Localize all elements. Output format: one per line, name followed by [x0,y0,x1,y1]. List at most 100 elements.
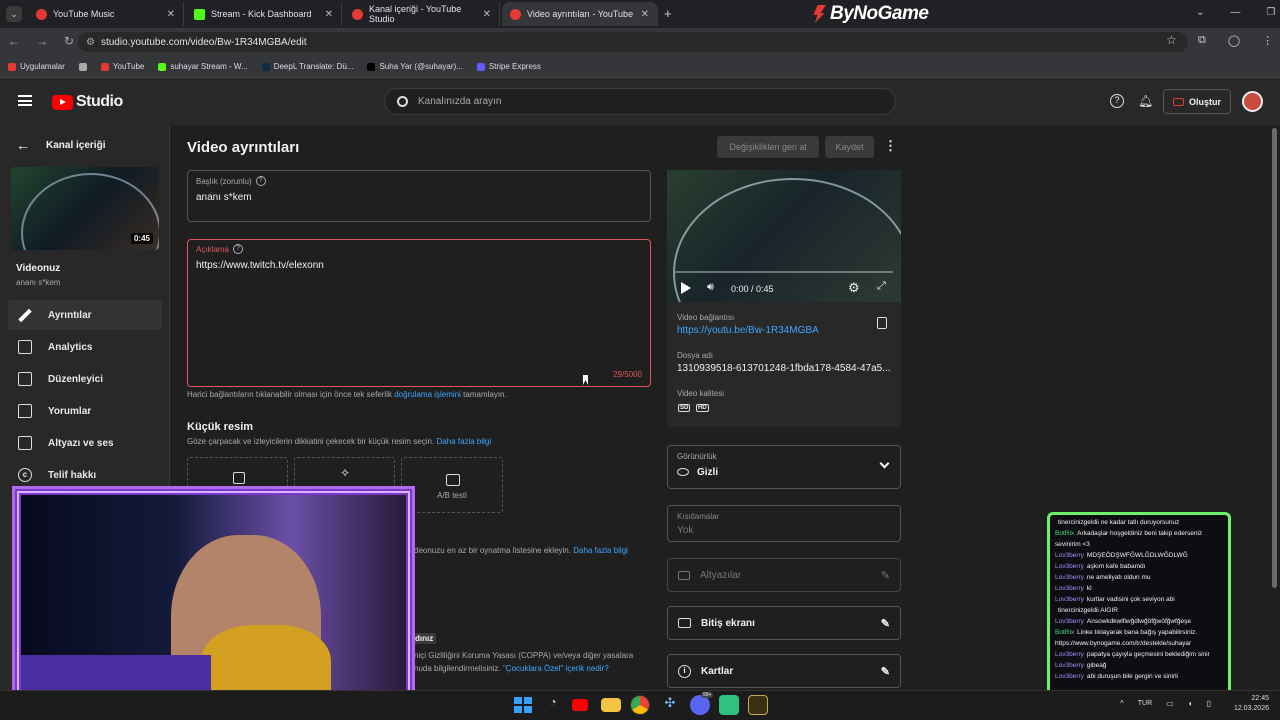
youtube-app-icon[interactable] [572,699,588,711]
address-bar[interactable]: ⚙ studio.youtube.com/video/Bw-1R34MGBA/ed… [78,32,1188,52]
restore-icon[interactable]: ❐ [1266,7,1275,18]
video-thumbnail[interactable]: 0:45 [11,167,159,250]
bookmark-youtube[interactable]: YouTube [100,62,144,71]
search-bar[interactable]: Kanalınızda arayın [384,88,896,115]
toolbar-icons[interactable]: ⧉ ◯ ⋮ [1198,34,1273,47]
sidebar-item-editor[interactable]: Düzenleyici [8,364,162,394]
menu-icon[interactable]: ⋮ [1262,34,1273,47]
fullscreen-icon[interactable]: ⤢ [877,280,886,293]
video-link[interactable]: https://youtu.be/Bw-1R34MGBA [677,325,819,336]
tab-youtube-music[interactable]: YouTube Music ✕ [28,2,184,26]
extensions-icon[interactable]: ⧉ [1198,34,1206,47]
sidebar-item-comments[interactable]: Yorumlar [8,396,162,426]
volume-icon[interactable]: ◖ [1188,699,1193,708]
bynogame-icon [813,5,826,23]
made-for-kids-link[interactable]: "Çocuklara Özel" içerik nedir? [503,664,609,673]
task-view-icon[interactable]: ◔ [543,695,563,715]
description-input[interactable]: https://www.twitch.tv/elexonn [196,260,324,271]
bookmark-tiktok[interactable]: Suha Yar (@suhayar)... [367,62,463,71]
close-icon[interactable]: ✕ [167,9,175,20]
site-info-icon[interactable]: ⚙ [86,37,95,48]
title-field[interactable]: Başlık (zorunlu)? ananı s*kem [187,170,651,222]
nav-buttons[interactable]: ← → ↻ [8,34,74,48]
title-input[interactable]: ananı s*kem [196,192,252,203]
discord-icon[interactable] [690,695,710,715]
account-avatar[interactable] [1242,91,1263,112]
new-tab-button[interactable]: + [664,6,672,21]
close-icon[interactable]: ✕ [325,9,333,20]
cards-row[interactable]: i Kartlar ✎ [667,654,901,688]
more-options-icon[interactable]: ⋮ [884,138,897,154]
volume-icon[interactable]: 🔊︎ [707,281,714,294]
ab-test-button[interactable]: A/B testi [401,457,503,513]
learn-more-link[interactable]: Daha fazla bilgi [436,437,491,446]
sidebar-item-analytics[interactable]: Analytics [8,332,162,362]
verify-link[interactable]: doğrulama işlemini [394,390,461,399]
app-icon[interactable]: ✣ [660,695,680,715]
system-tray[interactable]: ^ TUR ▭ ◖ ▯ [1120,699,1211,708]
file-name-label: Dosya adı [677,351,714,360]
undo-changes-button[interactable]: Değişiklikleri geri al [717,136,819,158]
pencil-icon[interactable]: ✎ [881,665,890,678]
chrome-icon[interactable] [630,695,650,715]
mouse-cursor-icon [583,375,588,385]
bookmark-deepl[interactable]: DeepL Translate: Dü... [261,62,353,71]
clock[interactable]: 22:45 12.03.2026 [1229,694,1269,714]
chat-text: tinercinizgeldii AIGIR [1058,607,1118,614]
copy-icon[interactable] [877,317,887,329]
bookmark-stripe[interactable]: Stripe Express [476,62,541,71]
close-icon[interactable]: ✕ [483,9,491,20]
league-client-icon[interactable] [748,695,768,715]
restrictions-field[interactable]: Kısıtlamalar Yok [667,505,901,542]
help-icon[interactable]: ? [255,176,266,186]
window-controls[interactable]: ⌄—❐✕ [1196,7,1280,18]
bookmark-apps[interactable]: Uygulamalar [8,62,65,71]
file-explorer-icon[interactable] [601,698,621,712]
notifications-bell-icon[interactable]: 🔔︎ [1138,94,1153,108]
visibility-select[interactable]: Görünürlük Gizli [667,445,901,489]
search-input[interactable]: Kanalınızda arayın [418,96,501,107]
help-icon[interactable]: ? [232,244,243,254]
bookmark-kick[interactable]: suhayar Stream - W... [158,62,248,71]
pencil-icon[interactable]: ✎ [881,569,890,582]
help-icon[interactable]: ? [1110,94,1124,108]
learn-more-link[interactable]: Daha fazla bilgi [573,546,628,555]
settings-gear-icon[interactable]: ⚙ [848,280,860,296]
start-icon[interactable] [512,695,532,715]
studio-logo[interactable]: Studio [52,93,123,111]
kick-icon [158,62,167,71]
hamburger-menu-icon[interactable] [18,95,32,106]
app-icon[interactable] [719,695,739,715]
tab-video-details[interactable]: Video ayrıntıları - YouTube Studio ✕ [502,2,658,26]
video-player[interactable]: 🔊︎ 0:00 / 0:45 ⚙ ⤢ [667,170,901,302]
sidebar-item-details[interactable]: Ayrıntılar [8,300,162,330]
profile-icon[interactable]: ◯ [1228,34,1240,47]
chevron-up-icon[interactable]: ^ [1120,699,1124,708]
minimize-icon[interactable]: — [1230,7,1240,18]
chat-message: Lov3berry aşkım kafe babamdı [1055,561,1223,572]
page-scrollbar[interactable] [1272,128,1277,588]
create-button[interactable]: Oluştur [1163,89,1231,114]
bookmark-grid[interactable] [78,62,87,71]
close-icon[interactable]: ✕ [641,9,649,20]
chevron-down-icon[interactable]: ⌄ [1196,7,1204,18]
sidebar-item-subtitles[interactable]: Altyazı ve ses [8,428,162,458]
back-to-channel-content[interactable]: ← Kanal içeriği [16,137,105,153]
language-indicator[interactable]: TUR [1138,700,1152,707]
subtitles-row[interactable]: Altyazılar ✎ [667,558,901,592]
tab-channel-content[interactable]: Kanal içeriği - YouTube Studio ✕ [344,2,500,26]
reload-icon[interactable]: ↻ [64,34,74,48]
play-icon[interactable] [681,282,691,294]
battery-icon[interactable]: ▯ [1207,699,1211,708]
tab-kick-dashboard[interactable]: Stream - Kick Dashboard ✕ [186,2,342,26]
back-icon[interactable]: ← [8,34,20,48]
description-field[interactable]: Açıklama? https://www.twitch.tv/elexonn … [187,239,651,387]
tab-search-button[interactable]: ⌄ [6,6,22,22]
player-progress[interactable] [675,271,893,273]
save-button[interactable]: Kaydet [825,136,874,158]
pencil-icon[interactable]: ✎ [881,617,890,630]
bookmark-star-icon[interactable]: ☆ [1166,33,1177,47]
network-icon[interactable]: ▭ [1166,699,1174,708]
end-screen-row[interactable]: Bitiş ekranı ✎ [667,606,901,640]
forward-icon[interactable]: → [36,34,48,48]
